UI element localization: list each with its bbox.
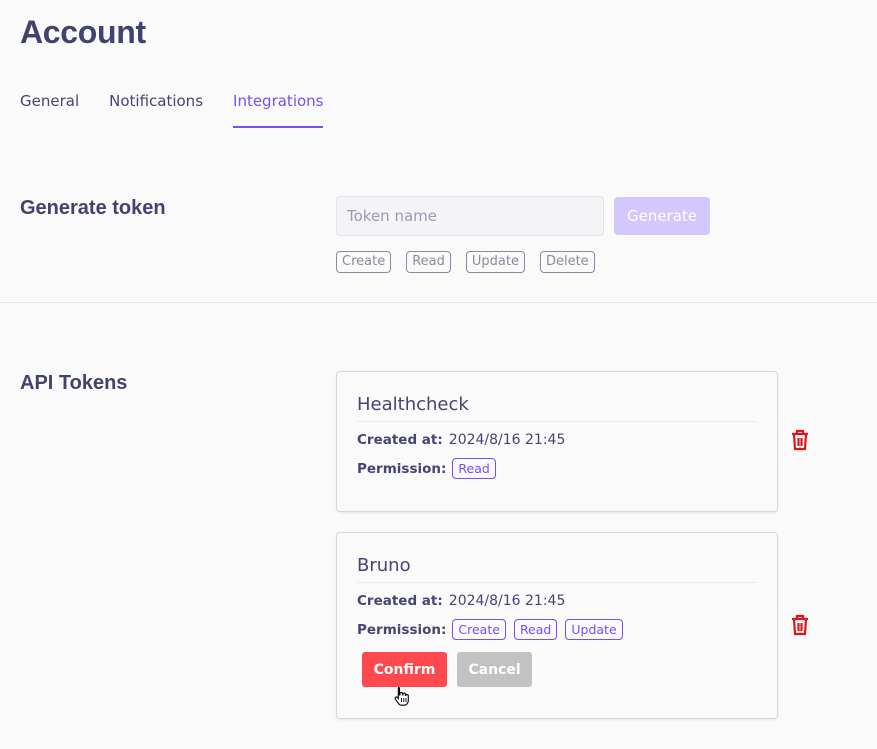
created-value: 2024/8/16 21:45 [448,432,566,448]
created-row: Created at: 2024/8/16 21:45 [357,432,757,448]
tab-general[interactable]: General [20,90,79,128]
permission-badge-read: Read [513,619,558,640]
created-value: 2024/8/16 21:45 [448,593,566,609]
permission-badge-create: Create [452,619,506,640]
tab-integrations[interactable]: Integrations [233,90,324,128]
tab-notifications[interactable]: Notifications [109,90,203,128]
token-name: Healthcheck [357,372,757,422]
permission-row: Permission: Read [357,458,757,479]
created-label: Created at: [357,593,443,609]
trash-icon[interactable] [790,614,810,636]
permission-option-delete[interactable]: Delete [539,251,595,273]
token-name-input[interactable] [336,196,604,236]
permission-option-read[interactable]: Read [406,251,451,273]
confirm-delete-button[interactable]: Confirm [362,652,447,687]
created-row: Created at: 2024/8/16 21:45 [357,593,757,609]
created-label: Created at: [357,432,443,448]
permission-badge-update: Update [565,619,623,640]
permission-badge-read: Read [452,458,496,479]
section-divider [0,302,877,303]
tab-bar: General Notifications Integrations [20,90,353,128]
permission-option-create[interactable]: Create [336,251,392,273]
cancel-delete-button[interactable]: Cancel [457,652,532,687]
generate-button[interactable]: Generate [614,197,710,235]
permission-label: Permission: [357,460,447,477]
permission-option-update[interactable]: Update [465,251,525,273]
permission-options: Create Read Update Delete [336,251,595,273]
permission-row: Permission: Create Read Update [357,619,757,640]
delete-confirm-actions: Confirm Cancel [357,652,757,687]
generate-token-heading: Generate token [20,197,166,219]
page-title: Account [20,14,146,50]
token-name: Bruno [357,533,757,583]
permission-label: Permission: [357,621,447,638]
trash-icon[interactable] [790,429,810,451]
token-card-healthcheck: Healthcheck Created at: 2024/8/16 21:45 … [336,371,778,512]
hand-pointer-cursor-icon [394,686,410,706]
api-tokens-heading: API Tokens [20,372,128,394]
